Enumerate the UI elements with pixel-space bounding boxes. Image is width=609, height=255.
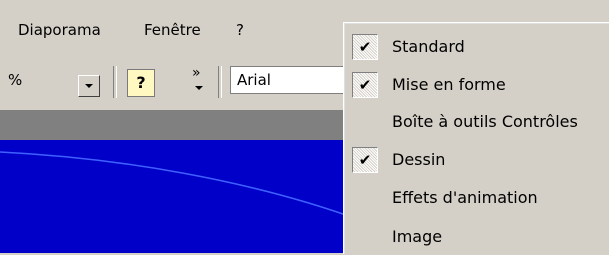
toolbar-separator (113, 66, 117, 98)
menu-item-label: Effets d'animation (392, 188, 538, 207)
toolbar-more-button[interactable]: » (190, 66, 208, 98)
zoom-dropdown-arrow-icon[interactable] (78, 75, 100, 97)
menu-help[interactable]: ? (236, 20, 244, 40)
menu-item-boite-outils-controles[interactable]: Boîte à outils Contrôles (344, 104, 609, 140)
checkmark-icon: ✔ (352, 34, 378, 60)
menu-item-label: Image (392, 227, 443, 246)
checkmark-icon: ✔ (352, 72, 378, 98)
menu-fenetre[interactable]: Fenêtre (144, 20, 201, 40)
menu-item-image[interactable]: Image (344, 219, 609, 255)
menu-item-label: Boîte à outils Contrôles (392, 112, 578, 131)
menu-item-label: Dessin (392, 150, 446, 169)
menu-item-label: Standard (392, 37, 465, 56)
chevron-down-icon (195, 86, 203, 90)
workspace-band (0, 110, 360, 140)
checkmark-icon: ✔ (352, 147, 378, 173)
menu-diaporama[interactable]: Diaporama (18, 20, 101, 40)
slide-canvas (0, 140, 360, 253)
font-name-combobox[interactable]: Arial (230, 66, 350, 94)
question-help-icon[interactable]: ? (127, 69, 155, 97)
menu-item-dessin[interactable]: ✔ Dessin (344, 142, 609, 178)
zoom-value[interactable]: % (8, 71, 22, 89)
toolbar-separator (218, 66, 222, 98)
menu-item-label: Mise en forme (392, 75, 506, 94)
chevron-double-right-icon: » (192, 65, 201, 81)
menu-item-standard[interactable]: ✔ Standard (344, 29, 609, 65)
menu-item-mise-en-forme[interactable]: ✔ Mise en forme (344, 67, 609, 103)
slide-arc (0, 151, 360, 221)
menu-item-effets-animation[interactable]: Effets d'animation (344, 180, 609, 216)
toolbars-context-menu: ✔ Standard ✔ Mise en forme Boîte à outil… (343, 22, 609, 254)
